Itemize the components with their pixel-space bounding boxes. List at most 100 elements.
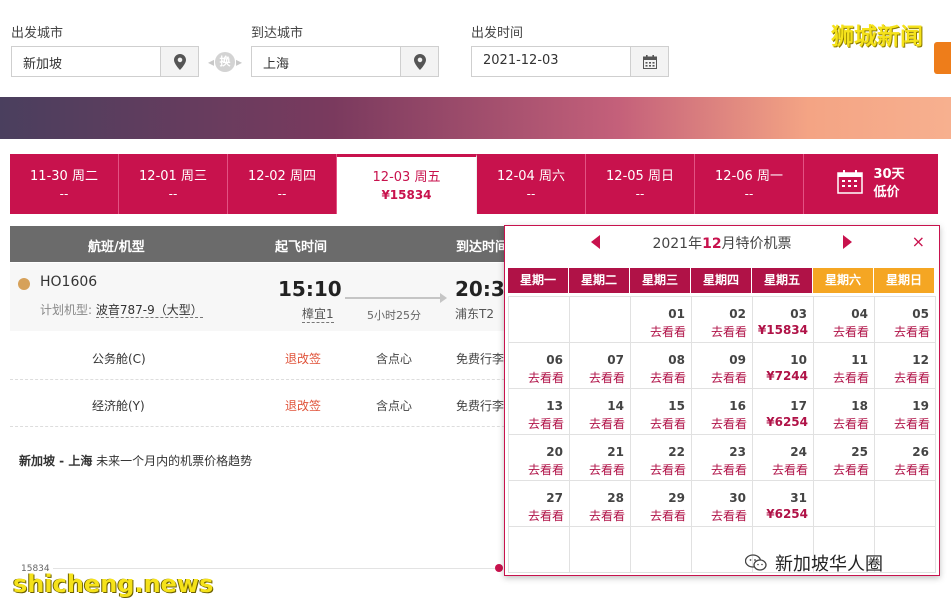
calendar-day-link[interactable]: 去看看 [589,415,625,432]
calendar-day-link[interactable]: 去看看 [772,461,808,478]
calendar-day-cell[interactable]: 05 去看看 [875,297,936,343]
calendar-day-link[interactable]: 去看看 [833,323,869,340]
calendar-day-cell[interactable]: 23 去看看 [692,435,753,481]
calendar-day-cell[interactable]: 21 去看看 [570,435,631,481]
from-field[interactable]: 新加坡 [11,46,199,77]
calendar-day-link[interactable]: 去看看 [589,369,625,386]
plane-model[interactable]: 波音787-9（大型） [95,303,203,318]
date-tab[interactable]: 12-01 周三 -- [119,154,228,214]
calendar-day-cell[interactable]: 12 去看看 [875,343,936,389]
calendar-day-cell[interactable]: 30 去看看 [692,481,753,527]
calendar-day-cell[interactable]: 02 去看看 [692,297,753,343]
calendar-day-cell[interactable]: 22 去看看 [631,435,692,481]
calendar-day-link[interactable]: 去看看 [650,323,686,340]
calendar-day-cell[interactable]: 09 去看看 [692,343,753,389]
trend-point[interactable] [495,564,503,572]
calendar-day-price[interactable]: ¥15834 [758,323,808,337]
calendar-day-link[interactable]: 去看看 [528,369,564,386]
calendar-day-cell[interactable]: 29 去看看 [631,481,692,527]
calendar-day-link[interactable]: 去看看 [833,369,869,386]
calendar-day-link[interactable]: 去看看 [833,415,869,432]
date-tab-selected[interactable]: 12-03 周五 ¥15834 [337,154,477,214]
swap-button[interactable]: ◂ 换 ▸ [204,51,246,73]
date-tab[interactable]: 11-30 周二 -- [10,154,119,214]
calendar-day-cell[interactable]: 01 去看看 [631,297,692,343]
calendar-day-cell[interactable]: 17 ¥6254 [753,389,814,435]
calendar-day-price[interactable]: ¥7244 [766,369,808,383]
calendar-day-link[interactable]: 去看看 [589,461,625,478]
calendar-day-link[interactable]: 去看看 [528,415,564,432]
calendar-day-link[interactable]: 去看看 [894,369,930,386]
calendar-day-cell[interactable]: 24 去看看 [753,435,814,481]
calendar-day-number: 27 [546,491,563,505]
calendar-day-cell[interactable]: 13 去看看 [509,389,570,435]
wechat-icon [744,554,767,572]
calendar-day-link[interactable]: 去看看 [650,507,686,524]
calendar-day-number: 01 [668,307,685,321]
calendar-day-cell[interactable]: 03 ¥15834 [753,297,814,343]
calendar-day-link[interactable]: 去看看 [650,461,686,478]
calendar-day-cell[interactable]: 27 去看看 [509,481,570,527]
calendar-day-link[interactable]: 去看看 [894,415,930,432]
calendar-day-cell[interactable]: 11 去看看 [814,343,875,389]
location-icon[interactable] [400,47,438,76]
calendar-day-cell[interactable]: 15 去看看 [631,389,692,435]
calendar-day-link[interactable]: 去看看 [589,507,625,524]
to-field[interactable]: 上海 [251,46,439,77]
calendar-day-cell[interactable]: 18 去看看 [814,389,875,435]
close-icon[interactable]: × [912,232,925,251]
calendar-day-link[interactable]: 去看看 [528,461,564,478]
flight-number: HO1606 [40,274,98,290]
calendar-day-link[interactable]: 去看看 [711,415,747,432]
cabin-row-business[interactable]: 公务舱(C) 退改签 含点心 免费行李 [10,334,540,380]
cabin-row-economy[interactable]: 经济舱(Y) 退改签 含点心 免费行李 [10,381,540,427]
date-tab[interactable]: 12-02 周四 -- [228,154,337,214]
next-month-icon[interactable] [843,235,852,249]
calendar-day-number: 14 [607,399,624,413]
calendar-day-link[interactable]: 去看看 [650,415,686,432]
calendar-day-price[interactable]: ¥6254 [766,415,808,429]
date-field[interactable]: 2021-12-03 [471,46,669,77]
calendar-day-link[interactable]: 去看看 [650,369,686,386]
calendar-day-number: 04 [851,307,868,321]
calendar-day-cell[interactable]: 26 去看看 [875,435,936,481]
calendar-day-link[interactable]: 去看看 [711,507,747,524]
departure-airport[interactable]: 樟宜1 [302,305,334,323]
calendar-day-cell[interactable]: 28 去看看 [570,481,631,527]
low-price-30days-button[interactable]: 30天 低价 [804,154,938,214]
search-bar: 出发城市 新加坡 ◂ 换 ▸ 到达城市 上海 出发时间 2021-12-03 狮… [0,0,951,96]
calendar-day-cell[interactable]: 06 去看看 [509,343,570,389]
calendar-day-link[interactable]: 去看看 [894,323,930,340]
calendar-day-cell[interactable]: 31 ¥6254 [753,481,814,527]
calendar-day-link[interactable]: 去看看 [833,461,869,478]
calendar-day-cell[interactable]: 08 去看看 [631,343,692,389]
swap-label: 换 [215,52,235,72]
date-tab[interactable]: 12-06 周一 -- [695,154,804,214]
calendar-day-link[interactable]: 去看看 [711,461,747,478]
calendar-day-cell[interactable]: 14 去看看 [570,389,631,435]
side-tab[interactable] [934,42,951,74]
calendar-day-number: 10 [790,353,807,367]
calendar-day-link[interactable]: 去看看 [528,507,564,524]
calendar-day-cell[interactable]: 16 去看看 [692,389,753,435]
calendar-day-link[interactable]: 去看看 [894,461,930,478]
calendar-day-cell[interactable]: 04 去看看 [814,297,875,343]
calendar-day-cell[interactable]: 07 去看看 [570,343,631,389]
location-icon[interactable] [160,47,198,76]
weekday-label: 星期一 [508,268,569,293]
flight-row[interactable]: HO1606 计划机型: 波音787-9（大型） 15:10 樟宜1 5小时25… [10,263,540,331]
refund-link[interactable]: 退改签 [285,397,321,414]
low-price-line2: 低价 [873,185,900,200]
date-tab[interactable]: 12-05 周日 -- [586,154,695,214]
date-tab-day: 12-02 周四 [248,169,316,184]
calendar-day-price[interactable]: ¥6254 [766,507,808,521]
calendar-day-cell[interactable]: 10 ¥7244 [753,343,814,389]
calendar-day-link[interactable]: 去看看 [711,369,747,386]
calendar-day-cell[interactable]: 19 去看看 [875,389,936,435]
calendar-day-cell[interactable]: 20 去看看 [509,435,570,481]
calendar-icon[interactable] [630,47,668,76]
date-tab[interactable]: 12-04 周六 -- [477,154,586,214]
calendar-day-link[interactable]: 去看看 [711,323,747,340]
refund-link[interactable]: 退改签 [285,350,321,367]
calendar-day-cell[interactable]: 25 去看看 [814,435,875,481]
